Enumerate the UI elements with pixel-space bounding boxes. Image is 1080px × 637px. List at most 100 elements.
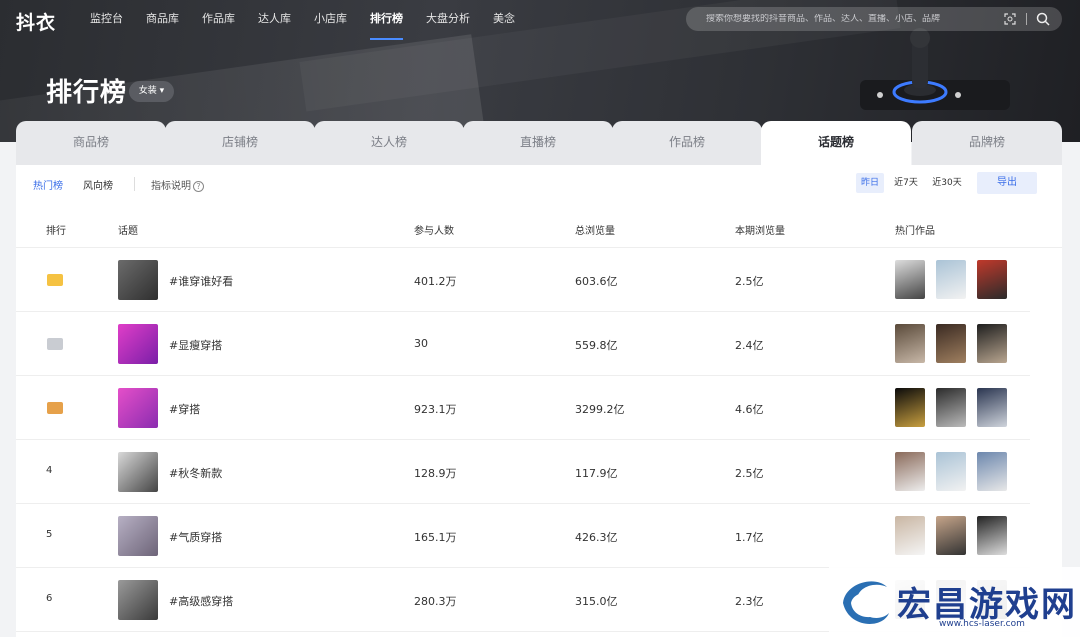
header-hot-works: 热门作品: [895, 226, 935, 237]
total-views-value: 603.6亿: [575, 275, 618, 288]
table-row[interactable]: #穿搭 923.1万 3299.2亿 4.6亿: [16, 376, 1030, 440]
app-logo[interactable]: 抖衣: [16, 8, 56, 35]
topic-thumbnail[interactable]: [118, 452, 158, 492]
tab-topics[interactable]: 话题榜: [761, 121, 911, 165]
period-views-value: 2.3亿: [735, 595, 764, 608]
hot-work-thumbnail[interactable]: [895, 516, 925, 555]
sub-tab-hot[interactable]: 热门榜: [33, 177, 63, 192]
tab-works[interactable]: 作品榜: [612, 121, 762, 165]
topic-name[interactable]: #谁穿谁好看: [169, 273, 233, 289]
nav-item-rankings[interactable]: 排行榜: [370, 0, 403, 40]
rank-medal-icon: [47, 274, 63, 286]
sub-divider: [134, 177, 135, 191]
sub-tab-trend[interactable]: 风向榜: [83, 177, 113, 192]
sub-toolbar: 热门榜 风向榜 指标说明? 昨日 近7天 近30天 导出: [16, 165, 1062, 203]
help-icon: ?: [193, 180, 204, 192]
search-bar: [686, 7, 1062, 31]
participants-value: 401.2万: [414, 275, 457, 288]
nav-item-monitor[interactable]: 监控台: [90, 0, 123, 40]
watermark-url: www.hcs-laser.com: [939, 619, 1025, 629]
hot-work-thumbnail[interactable]: [936, 388, 966, 427]
total-views-value: 559.8亿: [575, 339, 618, 352]
tab-shops[interactable]: 店铺榜: [165, 121, 315, 165]
nav-item-products[interactable]: 商品库: [146, 0, 179, 40]
metric-help-link[interactable]: 指标说明?: [151, 177, 204, 192]
period-views-value: 4.6亿: [735, 403, 764, 416]
search-icon[interactable]: [1036, 12, 1050, 26]
hot-work-thumbnail[interactable]: [895, 388, 925, 427]
hot-work-thumbnail[interactable]: [977, 388, 1007, 427]
table-header: 排行 话题 参与人数 总浏览量 本期浏览量 热门作品: [16, 207, 1062, 248]
topic-thumbnail[interactable]: [118, 516, 158, 556]
nav-item-market-analysis[interactable]: 大盘分析: [426, 0, 470, 40]
table-row[interactable]: 4 #秋冬新款 128.9万 117.9亿 2.5亿: [16, 440, 1030, 504]
top-navigation: 抖衣 监控台 商品库 作品库 达人库 小店库 排行榜 大盘分析 美念: [0, 0, 1080, 40]
period-views-value: 2.4亿: [735, 339, 764, 352]
hot-work-thumbnail[interactable]: [895, 452, 925, 491]
table-row[interactable]: #谁穿谁好看 401.2万 603.6亿 2.5亿: [16, 248, 1030, 312]
nav-item-meinian[interactable]: 美念: [493, 0, 515, 40]
participants-value: 165.1万: [414, 531, 457, 544]
header-topic: 话题: [118, 226, 138, 237]
participants-value: 923.1万: [414, 403, 457, 416]
hot-work-thumbnail[interactable]: [895, 260, 925, 299]
table-row[interactable]: 5 #气质穿搭 165.1万 426.3亿 1.7亿: [16, 504, 1030, 568]
topic-thumbnail[interactable]: [118, 324, 158, 364]
header-period-views: 本期浏览量: [735, 226, 785, 237]
nav-item-influencers[interactable]: 达人库: [258, 0, 291, 40]
topic-name[interactable]: #显瘦穿搭: [169, 337, 222, 353]
participants-value: 128.9万: [414, 467, 457, 480]
dragon-logo-icon: [843, 581, 889, 624]
topic-thumbnail[interactable]: [118, 580, 158, 620]
participants-value: 280.3万: [414, 595, 457, 608]
rank-medal-icon: [47, 402, 63, 414]
export-button[interactable]: 导出: [977, 172, 1037, 194]
main-nav: 监控台 商品库 作品库 达人库 小店库 排行榜 大盘分析 美念: [90, 0, 538, 40]
total-views-value: 426.3亿: [575, 531, 618, 544]
tab-influencers[interactable]: 达人榜: [314, 121, 464, 165]
hot-work-thumbnail[interactable]: [936, 452, 966, 491]
rank-number: 5: [46, 529, 53, 540]
rank-number: 6: [46, 593, 53, 604]
header-total-views: 总浏览量: [575, 226, 615, 237]
page-title: 排行榜: [46, 78, 128, 108]
topic-name[interactable]: #穿搭: [169, 401, 200, 417]
participants-value: 30: [414, 337, 428, 350]
hot-work-thumbnail[interactable]: [977, 516, 1007, 555]
total-views-value: 3299.2亿: [575, 403, 625, 416]
search-input[interactable]: [706, 14, 1006, 24]
watermark: 宏昌游戏网 www.hcs-laser.com: [829, 567, 1080, 637]
hot-work-thumbnail[interactable]: [936, 516, 966, 555]
hot-work-thumbnail[interactable]: [895, 324, 925, 363]
nav-item-works[interactable]: 作品库: [202, 0, 235, 40]
table-row[interactable]: #显瘦穿搭 30 559.8亿 2.4亿: [16, 312, 1030, 376]
total-views-value: 117.9亿: [575, 467, 618, 480]
hot-work-thumbnail[interactable]: [977, 324, 1007, 363]
hot-work-thumbnail[interactable]: [977, 260, 1007, 299]
topic-name[interactable]: #气质穿搭: [169, 529, 222, 545]
hot-work-thumbnail[interactable]: [977, 452, 1007, 491]
topic-thumbnail[interactable]: [118, 388, 158, 428]
category-label: 女装: [138, 86, 157, 96]
search-divider: [1026, 13, 1027, 25]
date-yesterday-button[interactable]: 昨日: [856, 173, 884, 193]
period-views-value: 2.5亿: [735, 275, 764, 288]
hot-work-thumbnail[interactable]: [936, 260, 966, 299]
period-views-value: 2.5亿: [735, 467, 764, 480]
image-search-icon[interactable]: [1004, 13, 1016, 25]
tab-brands[interactable]: 品牌榜: [912, 121, 1062, 165]
tab-live[interactable]: 直播榜: [463, 121, 613, 165]
tab-products[interactable]: 商品榜: [16, 121, 166, 165]
category-select[interactable]: 女装 ▾: [129, 81, 174, 102]
metric-help-label: 指标说明: [151, 181, 191, 192]
topic-name[interactable]: #高级感穿搭: [169, 593, 233, 609]
total-views-value: 315.0亿: [575, 595, 618, 608]
date-7days-button[interactable]: 近7天: [890, 173, 922, 193]
nav-item-shops[interactable]: 小店库: [314, 0, 347, 40]
date-30days-button[interactable]: 近30天: [928, 173, 966, 193]
rank-number: 4: [46, 465, 53, 476]
topic-name[interactable]: #秋冬新款: [169, 465, 222, 481]
topic-thumbnail[interactable]: [118, 260, 158, 300]
hot-work-thumbnail[interactable]: [936, 324, 966, 363]
rank-medal-icon: [47, 338, 63, 350]
